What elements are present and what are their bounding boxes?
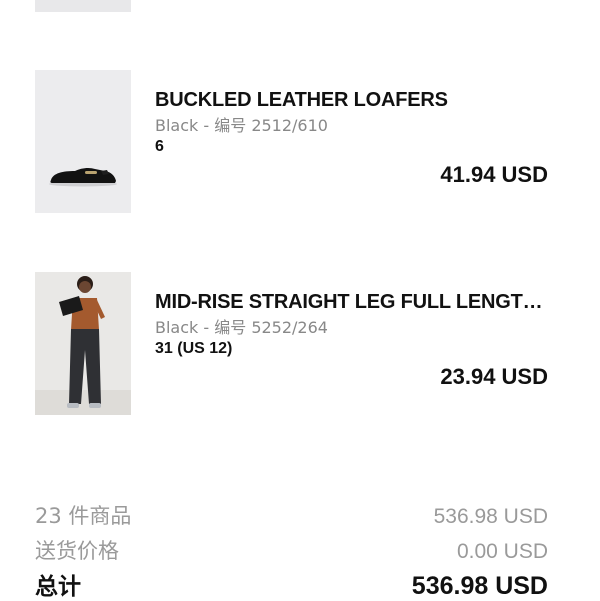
items-subtotal-value: 536.98 USD xyxy=(433,505,548,528)
jeans-model-icon xyxy=(35,272,131,415)
item-title[interactable]: MID-RISE STRAIGHT LEG FULL LENGTH J... xyxy=(155,290,550,314)
cart-item-jeans: MID-RISE STRAIGHT LEG FULL LENGTH J... B… xyxy=(155,290,550,359)
cart-item-loafers: BUCKLED LEATHER LOAFERS Black - 编号 2512/… xyxy=(155,88,550,157)
summary-items-row: 23 件商品 536.98 USD xyxy=(35,500,548,530)
loafer-product-image[interactable] xyxy=(35,70,131,213)
item-price: 23.94 USD xyxy=(440,364,548,389)
jeans-product-image[interactable] xyxy=(35,272,131,415)
summary-total-row: 总计 536.98 USD xyxy=(35,567,548,601)
summary-shipping-row: 送货价格 0.00 USD xyxy=(35,535,548,565)
item-color-ref: Black - 编号 2512/610 xyxy=(155,116,328,135)
item-size: 31 (US 12) xyxy=(155,340,233,357)
loafer-shoe-icon xyxy=(49,167,117,187)
total-value: 536.98 USD xyxy=(411,572,548,600)
item-title[interactable]: BUCKLED LEATHER LOAFERS xyxy=(155,88,550,112)
items-count-label: 23 件商品 xyxy=(35,504,132,528)
shipping-label: 送货价格 xyxy=(35,539,119,563)
shipping-value: 0.00 USD xyxy=(456,540,548,563)
item-size: 6 xyxy=(155,138,164,155)
previous-item-thumbnail[interactable] xyxy=(35,0,131,12)
item-color-ref: Black - 编号 5252/264 xyxy=(155,318,328,337)
item-price: 41.94 USD xyxy=(440,162,548,187)
total-label: 总计 xyxy=(35,574,81,600)
